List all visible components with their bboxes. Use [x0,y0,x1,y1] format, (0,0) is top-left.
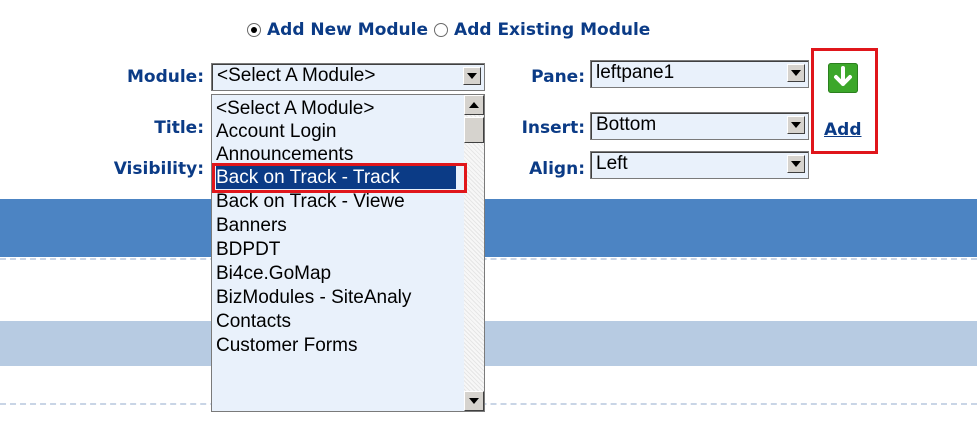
insert-select-value: Bottom [596,114,657,135]
list-item[interactable]: Banners [216,214,456,237]
visibility-label: Visibility: [113,159,204,179]
align-label: Align: [529,159,585,179]
chevron-down-icon[interactable] [463,67,481,85]
insert-select[interactable]: Bottom [590,112,809,140]
list-item[interactable]: Contacts [216,310,456,333]
down-arrow-icon [834,66,852,86]
list-item[interactable]: Customer Forms [216,334,456,357]
module-mode-radio-group: Add New Module Add Existing Module [247,18,656,42]
pane-label: Pane: [531,67,585,87]
list-item[interactable]: BDPDT [216,238,456,261]
module-dropdown-list[interactable]: <Select A Module> Account Login Announce… [211,94,485,412]
scroll-down-icon[interactable] [464,391,484,411]
scrollbar-thumb[interactable] [464,117,484,143]
radio-add-new[interactable] [247,23,261,37]
dropdown-scrollbar[interactable] [464,95,484,411]
list-item[interactable]: Bi4ce.GoMap [216,262,456,285]
section-header-band [0,199,977,257]
chevron-down-icon[interactable] [787,64,805,82]
radio-selected-dot [251,27,257,33]
radio-add-existing-label[interactable]: Add Existing Module [454,20,650,40]
add-link[interactable]: Add [824,120,862,140]
section-subheader-band [0,321,977,366]
divider-dashed [0,258,977,260]
list-item[interactable]: BizModules - SiteAnaly [216,286,456,309]
insert-label: Insert: [521,118,585,138]
list-item[interactable]: <Select A Module> [216,97,456,120]
radio-add-existing[interactable] [434,23,449,37]
pane-select-value: leftpane1 [596,62,675,83]
pane-select[interactable]: leftpane1 [590,60,809,88]
module-select-value: <Select A Module> [217,65,376,86]
chevron-down-icon[interactable] [787,155,805,173]
module-label: Module: [126,67,204,87]
green-down-arrow-icon[interactable] [828,63,858,93]
radio-add-new-label[interactable]: Add New Module [267,20,428,40]
divider-dashed-bottom [0,403,977,405]
align-select[interactable]: Left [590,151,809,179]
chevron-down-icon[interactable] [787,116,805,134]
list-item[interactable]: Account Login [216,120,456,143]
highlight-annotation-box [212,163,467,193]
list-item[interactable]: Back on Track - Viewe [216,190,456,213]
scroll-up-icon[interactable] [464,95,484,115]
align-select-value: Left [596,153,628,174]
module-select[interactable]: <Select A Module> [211,63,485,91]
title-label: Title: [154,118,204,138]
